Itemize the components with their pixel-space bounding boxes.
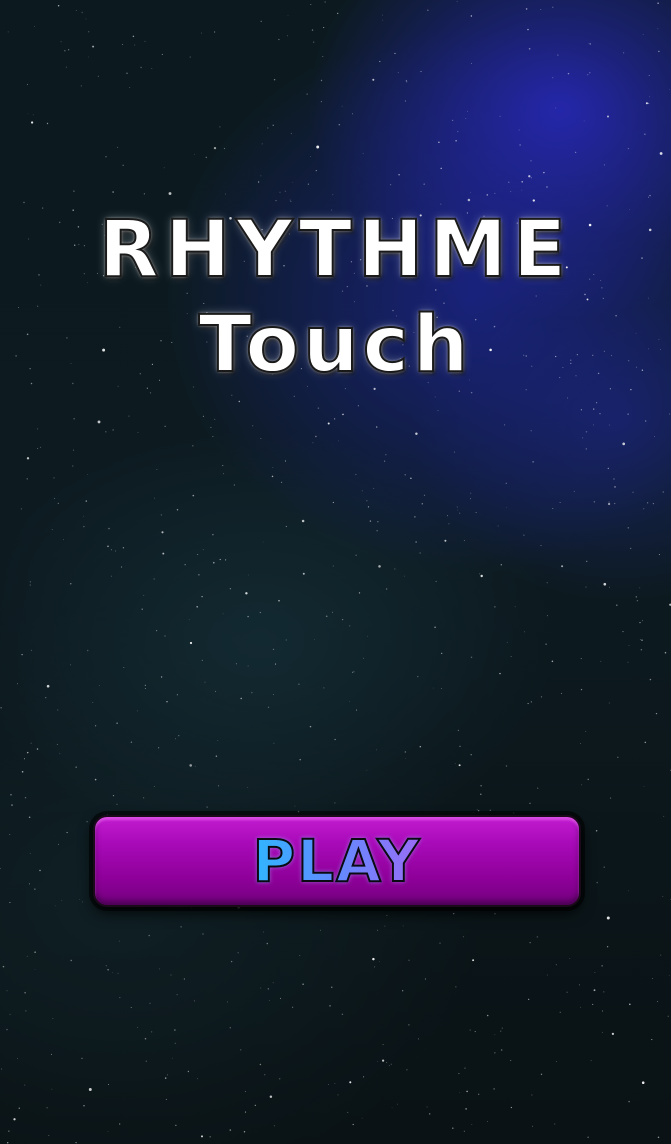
game-subtitle: Touch bbox=[198, 299, 473, 391]
play-button-label: PLAY bbox=[252, 827, 422, 895]
play-button[interactable]: PLAY bbox=[93, 815, 581, 907]
starfield-background bbox=[0, 0, 671, 1144]
title-screen: RHYTHME Touch PLAY bbox=[0, 0, 671, 1144]
game-title: RHYTHME bbox=[98, 204, 573, 296]
